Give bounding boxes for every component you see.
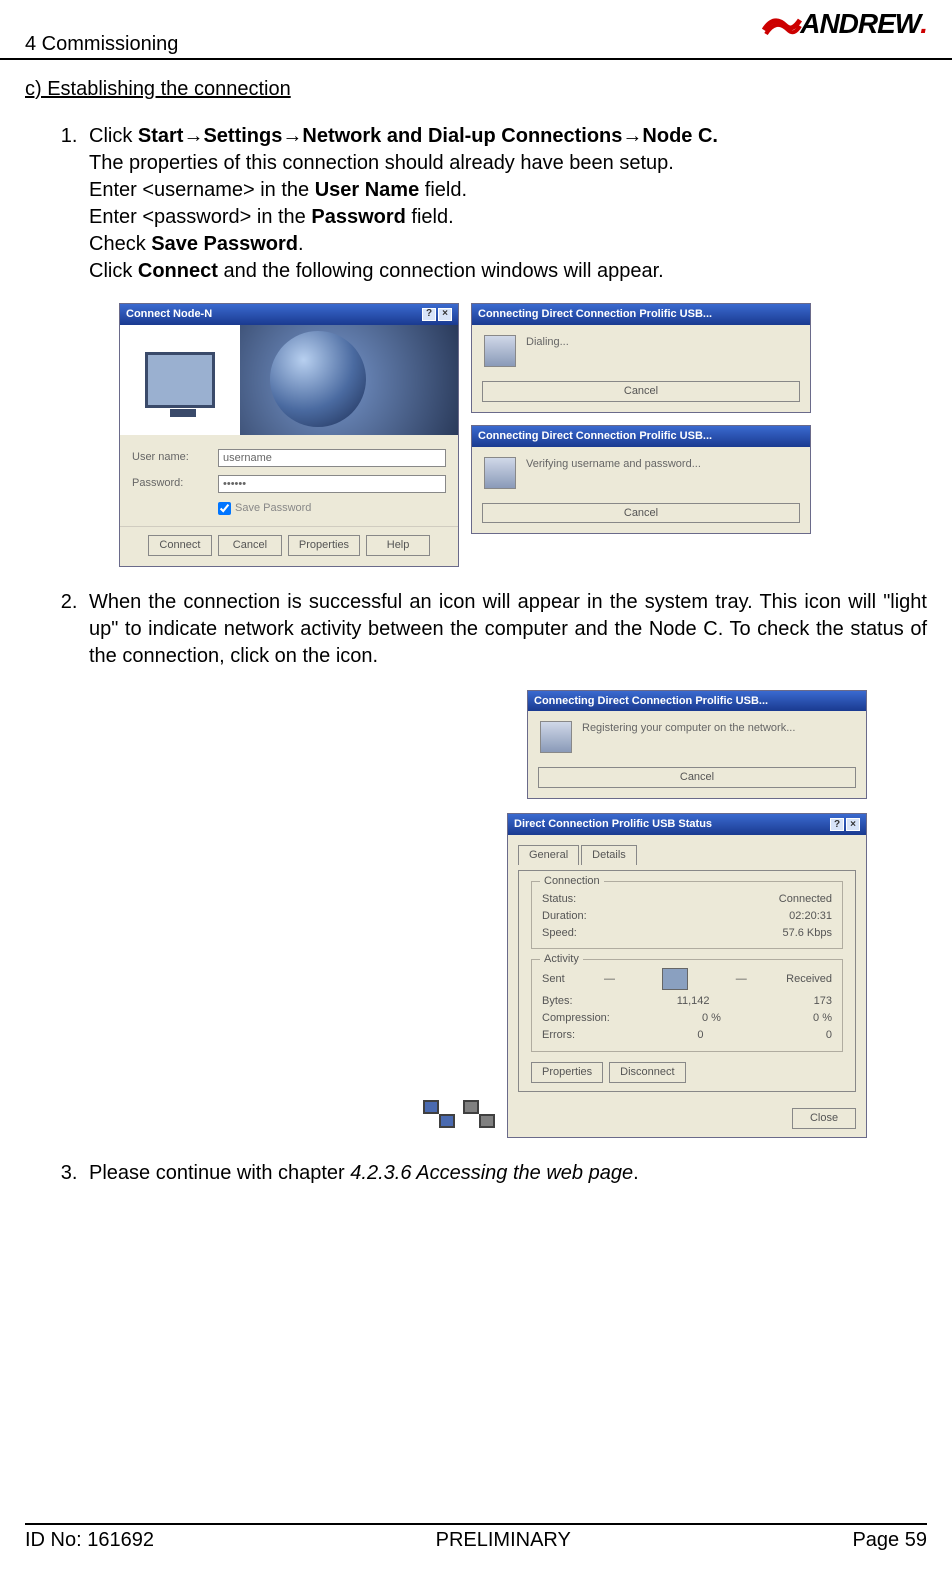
tab-details[interactable]: Details: [581, 845, 637, 865]
step-1: Click Start→Settings→Network and Dial-up…: [83, 123, 927, 567]
comp-recv: 0 %: [813, 1011, 832, 1026]
password-label: Password:: [132, 476, 218, 491]
close-icon[interactable]: ×: [846, 818, 860, 831]
connect-dialog: Connect Node-N ? × User name:: [119, 303, 459, 567]
chapter-title: 4 Commissioning: [25, 33, 178, 58]
cancel-button[interactable]: Cancel: [538, 767, 856, 788]
help-icon[interactable]: ?: [422, 308, 436, 321]
speed-value: 57.6 Kbps: [782, 926, 832, 941]
doc-id: ID No: 161692: [25, 1529, 154, 1552]
brand-dot: .: [920, 8, 927, 40]
brand-text: ANDREW: [800, 8, 920, 40]
properties-button[interactable]: Properties: [531, 1062, 603, 1083]
tray-icons: [423, 1100, 495, 1128]
username-input[interactable]: [218, 449, 446, 467]
connection-group: Connection Status:Connected Duration:02:…: [531, 881, 843, 950]
screenshots-row-1: Connect Node-N ? × User name:: [119, 303, 927, 567]
activity-group: Activity Sent — — Received Bytes:11,1421…: [531, 959, 843, 1052]
status-value: Connected: [779, 892, 832, 907]
step-2: When the connection is successful an ico…: [83, 589, 927, 1138]
disconnect-button[interactable]: Disconnect: [609, 1062, 685, 1083]
network-active-icon[interactable]: [423, 1100, 455, 1128]
verify-dialog: Connecting Direct Connection Prolific US…: [471, 425, 811, 535]
page-footer: ID No: 161692 PRELIMINARY Page 59: [25, 1523, 927, 1552]
verify-text: Verifying username and password...: [526, 457, 798, 472]
register-text: Registering your computer on the network…: [582, 721, 854, 736]
modem-icon: [484, 457, 516, 489]
steps-list: Click Start→Settings→Network and Dial-up…: [25, 123, 927, 1187]
modem-icon: [540, 721, 572, 753]
register-dialog: Connecting Direct Connection Prolific US…: [527, 690, 867, 800]
tab-general[interactable]: General: [518, 845, 579, 865]
globe-icon: [270, 331, 366, 427]
dialing-text: Dialing...: [526, 335, 798, 350]
cancel-button[interactable]: Cancel: [482, 503, 800, 524]
brand-logo: ANDREW.: [762, 8, 927, 40]
modem-icon: [484, 335, 516, 367]
content: c) Establishing the connection Click Sta…: [0, 60, 952, 1187]
password-input[interactable]: [218, 475, 446, 493]
bytes-sent: 11,142: [573, 994, 814, 1009]
doc-status: PRELIMINARY: [436, 1529, 571, 1552]
screenshots-row-2: Connecting Direct Connection Prolific US…: [89, 690, 927, 1138]
page-number: Page 59: [852, 1529, 927, 1552]
comp-sent: 0 %: [610, 1011, 813, 1026]
err-sent: 0: [575, 1028, 826, 1043]
dialing-dialog: Connecting Direct Connection Prolific US…: [471, 303, 811, 413]
help-icon[interactable]: ?: [830, 818, 844, 831]
swoosh-icon: [762, 10, 802, 38]
bytes-recv: 173: [814, 994, 832, 1009]
verify-titlebar: Connecting Direct Connection Prolific US…: [472, 426, 810, 447]
connect-button[interactable]: Connect: [148, 535, 212, 556]
save-password-checkbox[interactable]: [218, 502, 231, 515]
status-titlebar: Direct Connection Prolific USB Status ? …: [508, 814, 866, 835]
close-button[interactable]: Close: [792, 1108, 856, 1129]
save-password-label: Save Password: [235, 501, 311, 516]
step-3: Please continue with chapter 4.2.3.6 Acc…: [83, 1160, 927, 1187]
network-idle-icon[interactable]: [463, 1100, 495, 1128]
section-title: c) Establishing the connection: [25, 78, 927, 101]
err-recv: 0: [826, 1028, 832, 1043]
properties-button[interactable]: Properties: [288, 535, 360, 556]
banner: [120, 325, 458, 435]
connect-titlebar: Connect Node-N ? ×: [120, 304, 458, 325]
help-button[interactable]: Help: [366, 535, 430, 556]
dialing-titlebar: Connecting Direct Connection Prolific US…: [472, 304, 810, 325]
network-icon: [662, 968, 688, 990]
monitor-icon: [145, 352, 215, 408]
cancel-button[interactable]: Cancel: [218, 535, 282, 556]
register-titlebar: Connecting Direct Connection Prolific US…: [528, 691, 866, 712]
duration-value: 02:20:31: [789, 909, 832, 924]
status-dialog: Direct Connection Prolific USB Status ? …: [507, 813, 867, 1137]
cancel-button[interactable]: Cancel: [482, 381, 800, 402]
username-label: User name:: [132, 450, 218, 465]
close-icon[interactable]: ×: [438, 308, 452, 321]
